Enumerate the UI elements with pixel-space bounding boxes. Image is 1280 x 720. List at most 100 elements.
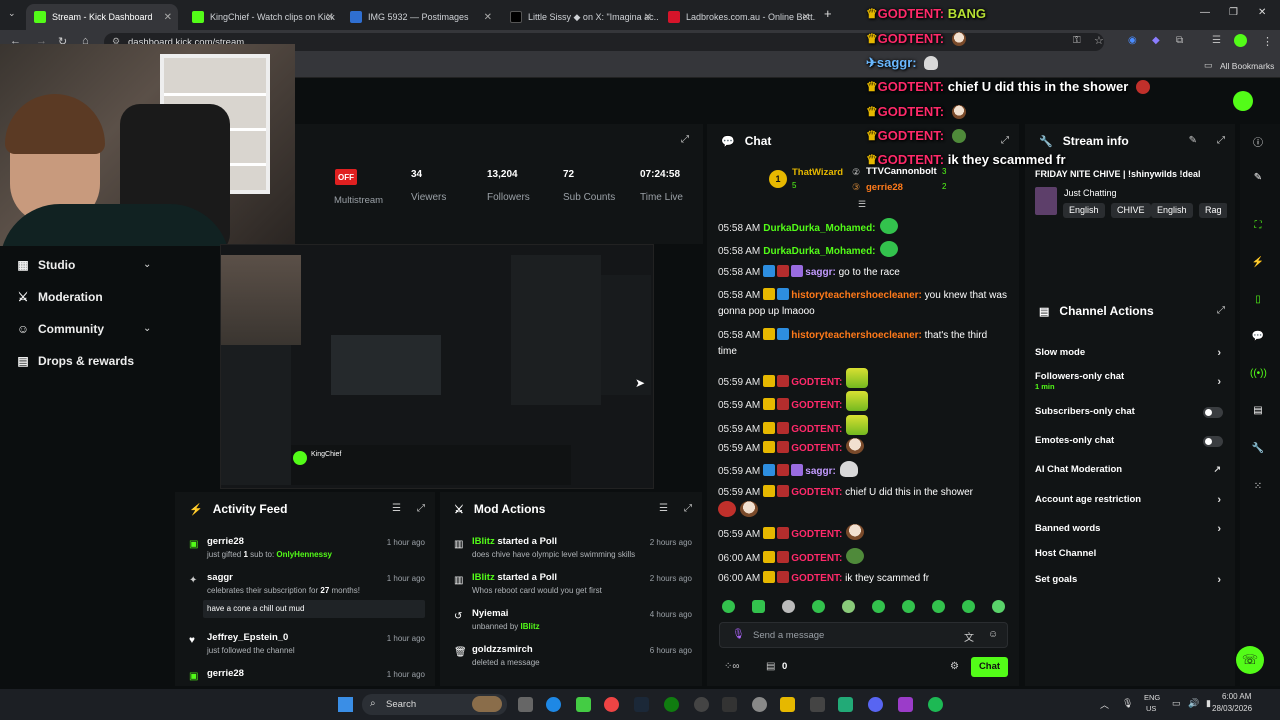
emote-button[interactable] [842,600,855,613]
chat-input-field[interactable]: 🎙 Send a message 文 ☺ [719,622,1008,648]
battery-icon[interactable]: ▮ [1206,698,1211,709]
wrench-icon[interactable]: 🔧 [1250,443,1266,459]
followers-only-row[interactable]: Followers-only chat 1 min › [1035,371,1225,391]
new-tab-button[interactable]: + [824,6,832,21]
chat-username[interactable]: GODTENT: [791,529,842,540]
discord-icon[interactable] [868,697,883,712]
emote-button[interactable] [782,600,795,613]
popout-icon[interactable]: ⤢ [417,503,425,514]
leaderboard-name[interactable]: gerrie28 [866,182,903,193]
expand-leaderboard-icon[interactable]: ☰ [858,199,866,210]
emote-button[interactable] [902,600,915,613]
apps-icon[interactable]: ⁙ [1250,481,1266,497]
bookmark-star-icon[interactable]: ☆ [1094,34,1104,47]
settings-icon[interactable] [752,697,767,712]
spotify-icon[interactable] [928,697,943,712]
broadcast-icon[interactable]: ((•)) [1250,368,1267,384]
emote-button[interactable] [872,600,885,613]
emote-button[interactable] [752,600,765,613]
chat-username[interactable]: GODTENT: [791,573,842,584]
support-headset-button[interactable]: ☏ [1236,646,1264,674]
chat-username[interactable]: GODTENT: [791,400,842,411]
emote-button[interactable] [812,600,825,613]
emote-button[interactable] [992,600,1005,613]
nav-community[interactable]: ☺ Community [16,322,104,336]
popout-icon[interactable]: ⤢ [684,503,692,514]
chat-username[interactable]: GODTENT: [791,443,842,454]
epic-games-icon[interactable] [722,697,737,712]
tab-kingchief-clips[interactable]: KingChief - Watch clips on Kick ✕ [184,4,340,30]
extensions-puzzle-icon[interactable]: ⧉ [1176,35,1183,46]
tab-x-post[interactable]: Little Sissy ◆ on X: "Imagina ac... ✕ [502,4,658,30]
windows-start-icon[interactable] [338,697,353,712]
stream-preview[interactable]: KingChief ➤ [220,244,654,489]
popout-icon[interactable]: ⤢ [1217,135,1225,146]
info-icon[interactable]: ⓘ [1250,134,1266,150]
app-icon[interactable] [898,697,913,712]
filter-icon[interactable]: ☰ [659,503,668,514]
chat-username[interactable]: GODTENT: [791,553,842,564]
stream-tag[interactable]: English [1151,203,1193,218]
nav-moderation[interactable]: ⚔ Moderation [16,290,103,304]
chat-username[interactable]: DurkaDurka_Mohamed: [763,223,875,234]
recipient-link[interactable]: OnlyHennessy [276,550,332,559]
edge-icon[interactable] [546,697,561,712]
network-icon[interactable]: ▭ [1172,698,1181,709]
chrome-icon[interactable] [604,697,619,712]
close-tab-icon[interactable]: ✕ [326,12,334,23]
taskbar-search[interactable]: ⌕ Search [362,694,507,715]
activity-username[interactable]: gerrie28 [207,668,244,679]
password-key-icon[interactable]: ⚿ [1073,35,1081,46]
browser-menu-icon[interactable]: ⋮ [1262,35,1273,48]
emoji-icon[interactable]: ☺ [988,629,998,640]
edit-icon[interactable]: ✎ [1250,172,1266,188]
send-chat-button[interactable]: Chat [971,657,1008,677]
chat-rail-icon[interactable]: 💬 [1250,331,1266,347]
kick-logo[interactable] [1233,91,1253,111]
xbox-icon[interactable] [664,697,679,712]
mod-action-text[interactable]: Nyiemai [472,608,508,619]
nav-studio[interactable]: ▦ Studio [16,258,75,272]
emote-button[interactable] [932,600,945,613]
close-window-icon[interactable]: ✕ [1258,7,1266,18]
activity-username[interactable]: saggr [207,572,233,583]
chevron-down-icon[interactable]: ⌄ [143,323,151,334]
clock-time[interactable]: 6:00 AM [1222,692,1251,701]
app-icon[interactable] [810,697,825,712]
popout-icon[interactable]: ⤢ [1001,135,1009,146]
layout-icon[interactable]: ▤ [1250,405,1266,421]
task-view-icon[interactable] [518,697,533,712]
chat-username[interactable]: saggr: [805,267,836,278]
extension-icon[interactable]: ◆ [1152,35,1160,46]
microphone-tray-icon[interactable]: 🎙 [1122,698,1133,709]
app-icon[interactable] [838,697,853,712]
popout-icon[interactable]: ⤢ [1217,305,1225,316]
steam-icon[interactable] [634,697,649,712]
chat-username[interactable]: DurkaDurka_Mohamed: [763,246,875,257]
category-name[interactable]: Just Chatting [1064,188,1117,198]
app-icon[interactable] [694,697,709,712]
close-tab-icon[interactable]: ✕ [644,12,652,23]
stream-tag[interactable]: Rag [1199,203,1227,218]
host-channel-row[interactable]: Host Channel [1035,548,1225,559]
account-age-row[interactable]: Account age restriction › [1035,494,1225,506]
stream-tag[interactable]: CHIVE [1111,203,1151,218]
bolt-icon[interactable]: ⚡ [1250,257,1266,273]
minimize-icon[interactable]: — [1200,7,1210,18]
set-goals-row[interactable]: Set goals › [1035,574,1225,586]
profile-avatar[interactable] [1234,34,1247,47]
close-tab-icon[interactable]: ✕ [484,12,492,23]
channel-points-icon[interactable]: ⁘∞ [724,661,740,672]
all-bookmarks-link[interactable]: All Bookmarks [1220,61,1274,71]
leaderboard-name[interactable]: ThatWizard [792,167,843,178]
emotes-only-toggle[interactable] [1203,436,1223,447]
tray-chevron-icon[interactable]: ︿ [1100,698,1109,711]
ai-moderation-row[interactable]: AI Chat Moderation ↗ [1035,464,1225,475]
popout-icon[interactable]: ⤢ [681,134,689,145]
emote-button[interactable] [962,600,975,613]
activity-username[interactable]: Jeffrey_Epstein_0 [207,632,288,643]
banned-words-row[interactable]: Banned words › [1035,523,1225,535]
translate-icon[interactable]: 文 [964,629,974,644]
emote-button[interactable] [722,600,735,613]
tab-search-chevron-icon[interactable]: ⌄ [8,8,16,19]
